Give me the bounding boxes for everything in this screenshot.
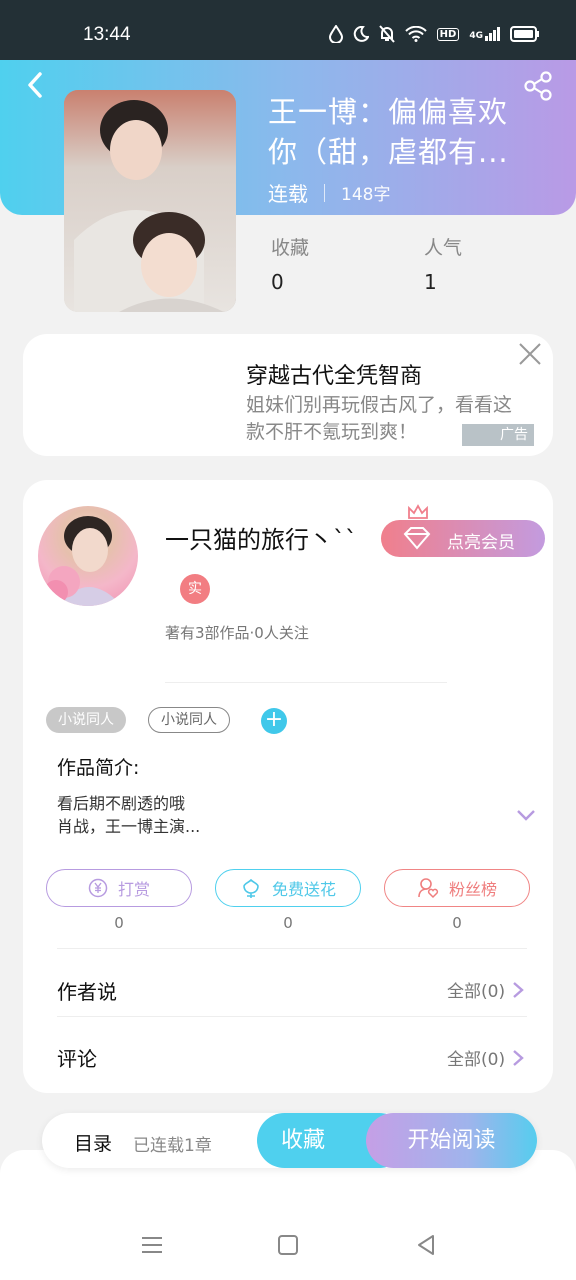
toc-button[interactable]: 目录 xyxy=(74,1129,112,1156)
book-cover[interactable] xyxy=(64,90,236,312)
menu-icon[interactable] xyxy=(137,1230,167,1260)
author-name[interactable]: 一只猫的旅行丶`` xyxy=(165,520,357,555)
tag[interactable]: 小说同人 xyxy=(148,707,230,733)
add-tag-button[interactable]: + xyxy=(261,708,287,734)
vip-button[interactable]: 点亮会员 xyxy=(381,504,545,557)
wifi-icon xyxy=(404,26,427,42)
send-flower-button[interactable]: 免费送花 xyxy=(215,869,361,907)
ad-badge: 广告 xyxy=(462,424,534,446)
status-time: 13:44 xyxy=(83,24,131,45)
chevron-right-icon xyxy=(513,981,524,998)
author-says-all-link[interactable]: 全部(0) xyxy=(447,977,525,1002)
tip-button[interactable]: 打赏 xyxy=(46,869,192,907)
start-reading-button[interactable]: 开始阅读 xyxy=(366,1113,537,1168)
hd-icon: HD xyxy=(436,27,460,41)
battery-icon xyxy=(510,26,539,42)
cover-illustration xyxy=(64,90,236,312)
fans-ranking-button[interactable]: 粉丝榜 xyxy=(384,869,530,907)
stat-label-popularity: 人气 xyxy=(424,237,463,259)
signal-icon: 4G xyxy=(469,27,500,41)
status-icons: HD 4G xyxy=(328,25,540,43)
fans-icon xyxy=(418,878,439,899)
bell-off-icon xyxy=(378,25,395,43)
tag[interactable]: 小说同人 xyxy=(46,707,126,733)
stat-value-favorites: 0 xyxy=(271,270,284,294)
verified-badge: 实 xyxy=(180,574,210,604)
bottom-panel xyxy=(0,1150,576,1280)
flower-icon xyxy=(243,878,259,898)
comments-label[interactable]: 评论 xyxy=(57,1043,97,1072)
vip-label: 点亮会员 xyxy=(447,533,515,553)
avatar[interactable] xyxy=(38,506,138,606)
stat-value-popularity: 1 xyxy=(424,270,437,294)
chapter-count[interactable]: 已连载1章 xyxy=(133,1131,212,1156)
divider xyxy=(57,1016,527,1017)
intro-text: 看后期不剧透的哦 肖战，王一博主演... xyxy=(57,794,201,836)
fans-count: 0 xyxy=(452,914,462,932)
home-icon[interactable] xyxy=(273,1230,303,1260)
diamond-icon xyxy=(403,527,431,550)
drop-icon xyxy=(328,25,343,43)
flower-count: 0 xyxy=(283,914,293,932)
back-button[interactable] xyxy=(22,70,52,100)
chevron-right-icon xyxy=(513,1049,524,1066)
book-title: 王一博：偏偏喜欢 你（甜，虐都有... xyxy=(268,95,509,169)
tip-count: 0 xyxy=(114,914,124,932)
status-bar: 13:44 HD 4G xyxy=(0,0,576,60)
author-info: 著有3部作品·0人关注 xyxy=(165,624,309,642)
back-nav-icon[interactable] xyxy=(411,1230,441,1260)
book-status: 连载 xyxy=(268,182,308,206)
meta-divider xyxy=(324,183,325,202)
moon-icon xyxy=(353,26,369,42)
divider xyxy=(165,682,447,683)
close-icon[interactable] xyxy=(516,340,544,368)
word-count: 148字 xyxy=(341,185,391,205)
author-says-label[interactable]: 作者说 xyxy=(57,976,117,1005)
chevron-down-icon[interactable] xyxy=(515,806,537,824)
crown-icon xyxy=(408,504,428,519)
yuan-icon xyxy=(88,878,108,898)
book-meta: 连载 148字 xyxy=(268,178,390,207)
comments-all-link[interactable]: 全部(0) xyxy=(447,1045,525,1070)
divider xyxy=(57,948,527,949)
stat-label-favorites: 收藏 xyxy=(271,237,310,259)
intro-label: 作品简介: xyxy=(57,757,140,779)
ad-title[interactable]: 穿越古代全凭智商 xyxy=(246,358,422,390)
